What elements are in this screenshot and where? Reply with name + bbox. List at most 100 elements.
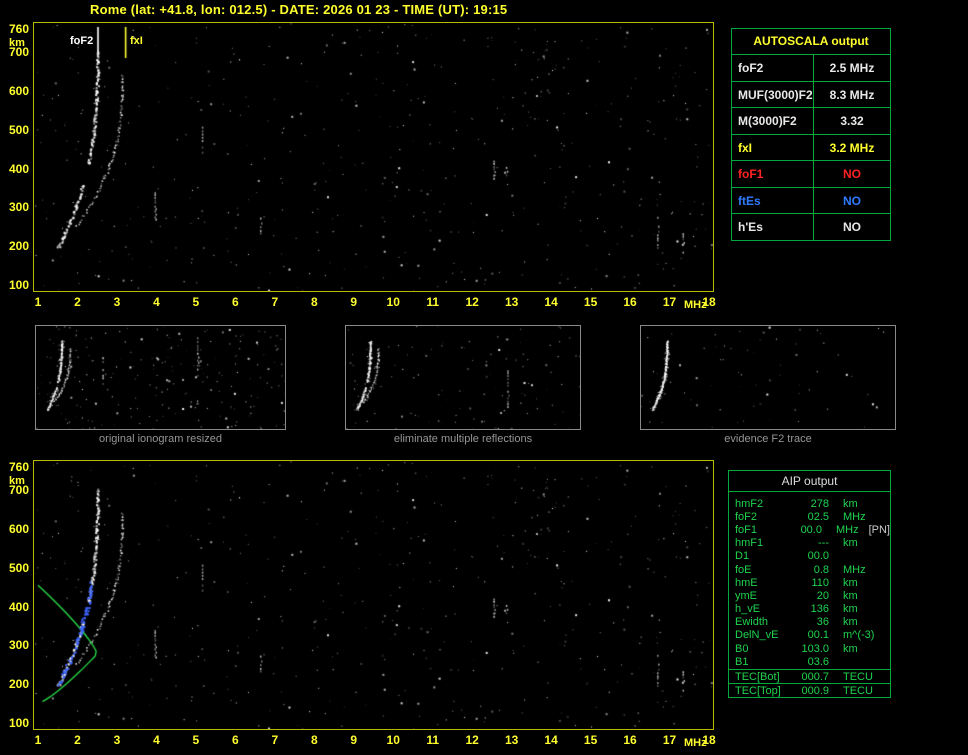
x-axis-tick-label: 14 — [544, 295, 558, 309]
aip-row-name: D1 — [735, 550, 750, 563]
autoscala-row-value: 2.5 MHz — [829, 61, 875, 75]
y-axis-tick-label: 760 — [8, 460, 29, 474]
autoscala-row-value: 3.32 — [840, 114, 864, 128]
x-unit-label-bottom: MHz — [684, 737, 707, 749]
x-axis-tick-label: 16 — [623, 295, 637, 309]
aip-row-unit: m^(-3) — [843, 629, 875, 642]
y-unit-label-bottom: km — [9, 475, 25, 487]
x-axis-tick-label: 1 — [34, 295, 42, 309]
x-axis-tick-label: 2 — [74, 295, 81, 309]
x-axis-tick-label: 15 — [583, 733, 598, 747]
y-axis-tick-label: 200 — [8, 677, 29, 692]
panel-caption-eliminate: eliminate multiple reflections — [393, 433, 533, 445]
x-axis-tick-label: 2 — [74, 733, 81, 747]
aip-row-unit: km — [843, 616, 858, 629]
panel-canvas-original — [36, 326, 285, 429]
y-axis-tick-label: 600 — [8, 84, 29, 99]
x-axis-tick-label: 13 — [504, 733, 519, 747]
autoscala-row: M(3000)F2 3.32 — [732, 107, 890, 134]
x-axis-tick-label: 8 — [310, 733, 318, 747]
aip-row-value: 0.8 — [813, 563, 829, 576]
aip-row: hmE 110 km — [729, 576, 890, 589]
aip-row-unit: MHz — [835, 523, 859, 536]
autoscala-row: fxI 3.2 MHz — [732, 133, 890, 160]
x-axis-tick-label: 10 — [386, 295, 400, 309]
tec-row-value: 000.9 — [801, 684, 829, 697]
autoscala-row: foF1 NO — [732, 160, 890, 187]
aip-row-unit: km — [843, 603, 858, 616]
y-axis-tick-label: 600 — [8, 522, 29, 537]
aip-row-name: hmF1 — [735, 537, 764, 550]
x-axis-tick-label: 7 — [271, 733, 279, 747]
x-axis-tick-label: 15 — [583, 295, 598, 309]
x-axis-tick-label: 16 — [623, 733, 637, 747]
aip-row-value: 00.0 — [807, 550, 829, 563]
autoscala-row-value: NO — [843, 193, 861, 208]
x-axis-tick-label: 6 — [232, 733, 239, 747]
autoscala-table-header: AUTOSCALA output — [732, 29, 890, 54]
aip-row-unit: MHz — [843, 563, 866, 576]
autoscala-row-value: 3.2 MHz — [829, 140, 875, 155]
aip-row-name: foF1 — [735, 523, 758, 536]
tec-row-unit: TECU — [843, 684, 873, 697]
autoscala-row: foF2 2.5 MHz — [732, 54, 890, 81]
fxI-marker-label: fxI — [130, 35, 143, 47]
x-axis-tick-label: 4 — [153, 733, 160, 747]
aip-row-unit: km — [843, 576, 858, 589]
aip-row: hmF1 --- km — [729, 537, 890, 550]
autoscala-row-label: fxI — [732, 134, 814, 160]
y-axis-tick-label: 100 — [8, 716, 29, 730]
y-axis-tick-label: 400 — [8, 599, 29, 614]
x-axis-tick-label: 10 — [386, 733, 400, 747]
aip-row: h_vE 136 km — [729, 603, 890, 616]
ionogram-plot-bottom — [33, 460, 714, 730]
autoscala-window: Rome (lat: +41.8, lon: 012.5) - DATE: 20… — [0, 0, 968, 755]
x-axis-tick-label: 14 — [544, 733, 558, 747]
tec-row-unit: TECU — [843, 670, 873, 683]
autoscala-row: MUF(3000)F2 8.3 MHz — [732, 80, 890, 107]
station-title: Rome (lat: +41.8, lon: 012.5) - DATE: 20… — [90, 2, 508, 17]
x-unit-label-top: MHz — [684, 299, 707, 311]
aip-row-unit: km — [843, 537, 858, 550]
y-axis-tick-label: 760 — [8, 22, 29, 36]
aip-row: B0 103.0 km — [729, 642, 890, 655]
aip-row-unit: km — [843, 497, 858, 510]
ionogram-canvas-bottom — [34, 461, 713, 729]
autoscala-table-body: foF2 2.5 MHz MUF(3000)F2 8.3 MHz M(3000)F2 3.… — [732, 54, 890, 240]
panel-evidence-f2-trace — [640, 325, 896, 430]
aip-row-value: 136 — [810, 603, 829, 616]
aip-row: foF2 02.5 MHz — [729, 510, 890, 523]
aip-table: AIP output hmF2 278 km foF2 02.5 MHz foF1 00.0 M… — [728, 470, 891, 670]
ionogram-plot-top: foF2 fxI — [33, 22, 714, 292]
y-axis-tick-label: 300 — [8, 200, 29, 215]
x-axis-tick-label: 5 — [192, 295, 200, 309]
autoscala-row-label: MUF(3000)F2 — [732, 81, 814, 107]
aip-row: hmF2 278 km — [729, 497, 890, 510]
aip-row-value: 03.6 — [807, 655, 829, 668]
aip-row: DelN_vE 00.1 m^(-3) — [729, 629, 890, 642]
autoscala-row-label: foF2 — [732, 55, 814, 81]
aip-row: Ewidth 36 km — [729, 616, 890, 629]
y-axis-tick-label: 300 — [8, 638, 29, 653]
aip-row-name: Ewidth — [735, 616, 769, 629]
autoscala-row-label: foF1 — [732, 161, 814, 187]
x-axis-tick-label: 11 — [426, 733, 440, 747]
aip-row: foE 0.8 MHz — [729, 563, 890, 576]
aip-row-name: hmE — [735, 576, 758, 589]
tec-row-name: TEC[Bot] — [735, 670, 780, 683]
aip-row-value: 00.0 — [800, 523, 822, 536]
x-axis-tick-label: 8 — [310, 295, 318, 309]
x-axis-tick-label: 7 — [271, 295, 279, 309]
autoscala-row: h'Es NO — [732, 213, 890, 240]
y-axis-tick-label: 500 — [8, 560, 29, 575]
x-axis-tick-label: 13 — [504, 295, 519, 309]
autoscala-table: AUTOSCALA output foF2 2.5 MHz MUF(3000)F2 8… — [731, 28, 891, 241]
aip-row-name: h_vE — [735, 603, 761, 616]
aip-row-value: 110 — [811, 576, 829, 589]
x-axis-tick-label: 9 — [350, 733, 358, 747]
tec-row: TEC[Bot] 000.7 TECU — [728, 669, 891, 684]
panel-eliminate-reflections — [345, 325, 581, 430]
panel-caption-evidence: evidence F2 trace — [724, 433, 812, 445]
y-axis-tick-label: 200 — [8, 239, 29, 254]
autoscala-row-label: M(3000)F2 — [732, 108, 814, 134]
